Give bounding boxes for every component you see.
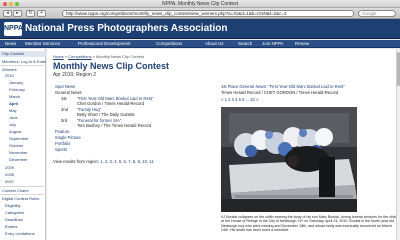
winner-place: 2nd [61, 107, 68, 112]
sidebar: Clip Contest Members: Log In & Enter Win… [0, 49, 46, 240]
page-title: Monthly News Clip Contest [53, 61, 170, 71]
sidebar-heading: Clip Contest [0, 51, 46, 57]
sidebar-item-may[interactable]: May [0, 108, 46, 113]
region-link[interactable]: 8 [133, 159, 135, 164]
zoom-window-icon[interactable] [15, 2, 19, 6]
region-link[interactable]: 3 [110, 159, 112, 164]
sidebar-item-december[interactable]: December [0, 157, 46, 162]
breadcrumb-home[interactable]: Home [53, 54, 64, 59]
sidebar-item-deadlines[interactable]: Deadlines [0, 217, 46, 222]
sidebar-item-september[interactable]: September [0, 136, 46, 141]
search-input[interactable]: Google [358, 10, 396, 17]
region-link[interactable]: 2 [105, 159, 107, 164]
nav-item-renew[interactable]: Renew [295, 40, 309, 48]
sidebar-item-contest-rules[interactable]: Digital Contest Rules [0, 196, 46, 201]
category-feature[interactable]: Feature [55, 129, 69, 134]
address-bar[interactable]: http://www.nppa.org/competitions/monthly… [62, 10, 354, 17]
sidebar-item-2008[interactable]: 2008 [0, 172, 46, 177]
sidebar-item-april[interactable]: April [0, 101, 46, 106]
category-portfolio[interactable]: Portfolio [55, 141, 70, 146]
region-link[interactable]: 9 [138, 159, 140, 164]
browser-toolbar: ◂ ▸ ↻ + http://www.nppa.org/competitions… [0, 8, 400, 19]
funeral-photo-illustration [221, 107, 357, 212]
sidebar-divider [0, 65, 46, 66]
sidebar-item-july[interactable]: July [0, 122, 46, 127]
sidebar-item-login[interactable]: Members: Log In & Enter [0, 59, 46, 64]
page-subtitle: Apr 2010: Region 2 [53, 72, 97, 78]
forward-icon[interactable]: ▸ [13, 10, 22, 17]
breadcrumb-current: Monthly News Clip Contest [95, 54, 144, 59]
region-link[interactable]: 10 [142, 159, 147, 164]
sidebar-item-october[interactable]: October [0, 143, 46, 148]
nav-item-search[interactable]: Search [238, 40, 252, 48]
winner-credit: Betty Shorr / The Daily Gazette [77, 112, 135, 117]
region-link[interactable]: 1 [100, 159, 102, 164]
nav-item-competitions[interactable]: Competitions [156, 40, 182, 48]
main-nav: News Member Services Professional Develo… [0, 40, 400, 48]
photo-caption: KJ Bonkal collapses on the coffin bearin… [221, 215, 397, 233]
sidebar-divider [0, 194, 46, 195]
breadcrumb-competitions[interactable]: Competitions [68, 54, 91, 59]
sidebar-item-entry-limitations[interactable]: Entry Limitations [0, 231, 46, 236]
nav-item-member-services[interactable]: Member Services [25, 40, 60, 48]
add-bookmark-icon[interactable]: + [37, 10, 46, 17]
region-link[interactable]: 7 [128, 159, 130, 164]
region-link[interactable]: 6 [124, 159, 126, 164]
close-window-icon[interactable] [3, 2, 7, 6]
category-single-picture[interactable]: Single Picture [55, 135, 81, 140]
reload-icon[interactable]: ↻ [26, 10, 35, 17]
nav-item-professional-development[interactable]: Professional Development [78, 40, 131, 48]
view-results-label: View results from region: [53, 159, 100, 164]
sidebar-item-entries[interactable]: Entries [0, 224, 46, 229]
winner-detail-credit: Times Herald Record / CHET GORDON / Time… [221, 90, 339, 95]
nav-item-about-us[interactable]: About Us [205, 40, 224, 48]
photo-pager[interactable]: < 1 2 3 4 5 6 ... 10 > [221, 97, 258, 102]
region-selector: View results from region: 1, 2, 3, 4, 5,… [53, 159, 154, 164]
sidebar-item-august[interactable]: August [0, 129, 46, 134]
breadcrumb: Home » Competitions » Monthly News Clip … [53, 54, 144, 59]
winner-heading: 1st Place General News: "First Year-Old … [221, 84, 345, 89]
region-link[interactable]: 11 [149, 159, 153, 164]
sidebar-divider [0, 186, 46, 187]
region-link[interactable]: 4 [114, 159, 116, 164]
nppa-logo[interactable]: NPPA [4, 22, 23, 36]
minimize-window-icon[interactable] [9, 2, 13, 6]
nav-item-join[interactable]: Join NPPA [262, 40, 283, 48]
sidebar-item-contest-chairs[interactable]: Contest Chairs [0, 188, 46, 193]
category-general-news: General News [55, 90, 82, 95]
winner-credit: Chet Gordon / Times Herald-Record [77, 101, 145, 106]
sidebar-item-2007[interactable]: 2007 [0, 179, 46, 184]
sidebar-item-january[interactable]: January [0, 80, 46, 85]
winner-place: 3rd [61, 118, 68, 123]
category-spot-news[interactable]: Spot News [55, 84, 75, 89]
main-content: Home » Competitions » Monthly News Clip … [47, 49, 400, 240]
back-icon[interactable]: ◂ [3, 10, 12, 17]
sidebar-item-2010[interactable]: 2010 [0, 73, 46, 78]
sidebar-item-winners[interactable]: Winners [0, 67, 46, 72]
category-sports[interactable]: Sports [55, 147, 67, 152]
window-titlebar: NPPA: Monthly News Clip Contest [0, 0, 400, 8]
sidebar-item-june[interactable]: June [0, 115, 46, 120]
sidebar-item-2009[interactable]: 2009 [0, 165, 46, 170]
winner-place: 1st [61, 96, 67, 101]
region-link[interactable]: 5 [119, 159, 121, 164]
sidebar-item-february[interactable]: February [0, 87, 46, 92]
winner-credit: Tom Bushey / The Times Herald Record [77, 123, 152, 128]
window-title: NPPA: Monthly News Clip Contest [161, 1, 239, 7]
nav-item-news[interactable]: News [5, 40, 16, 48]
sidebar-item-november[interactable]: November [0, 150, 46, 155]
winning-photo[interactable] [221, 107, 357, 212]
site-banner: NPPA National Press Photographers Associ… [0, 19, 400, 39]
sidebar-item-categories[interactable]: Categories [0, 210, 46, 215]
sidebar-item-march[interactable]: March [0, 94, 46, 99]
sidebar-item-eligibility[interactable]: Eligibility [0, 203, 46, 208]
site-title[interactable]: National Press Photographers Association [25, 23, 227, 34]
